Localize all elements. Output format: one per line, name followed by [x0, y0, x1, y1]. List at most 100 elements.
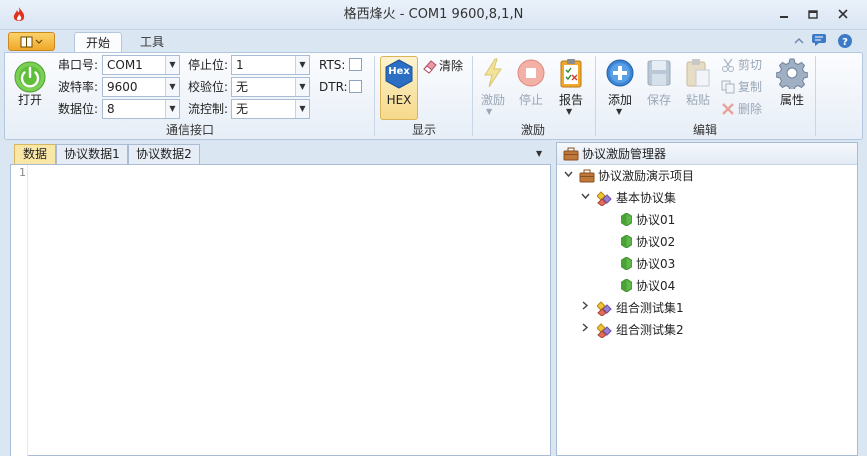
chevron-down-icon[interactable]: ▼ [295, 56, 309, 74]
close-button[interactable] [830, 4, 856, 26]
chevron-down-icon[interactable]: ▼ [566, 107, 572, 116]
app-menu-button[interactable] [8, 32, 55, 51]
tree-set-combo-1[interactable]: 组合测试集1 [616, 298, 684, 318]
flow-combo[interactable]: 无 ▼ [231, 99, 310, 119]
group-separator [374, 56, 375, 136]
chevron-right-icon[interactable] [579, 320, 591, 340]
svg-text:?: ? [842, 37, 848, 48]
save-button[interactable]: 保存 [642, 92, 676, 108]
display-group-label: 显示 [411, 123, 436, 137]
clear-button[interactable]: 清除 [439, 56, 463, 76]
collapse-ribbon-icon[interactable] [790, 33, 808, 49]
protocol-manager-title: 协议激励管理器 [582, 147, 667, 161]
tab-protocol-data-1[interactable]: 协议数据1 [56, 144, 128, 164]
chevron-down-icon[interactable]: ▼ [616, 107, 622, 116]
chevron-down-icon[interactable]: ▼ [295, 100, 309, 118]
stimulus-group-label: 激励 [520, 123, 545, 137]
feedback-icon[interactable] [810, 33, 828, 49]
protocol-set-icon [596, 322, 613, 339]
restore-button[interactable] [800, 4, 826, 26]
report-icon [557, 57, 585, 89]
report-button[interactable]: 报告 [553, 92, 589, 108]
window-right-border [858, 142, 867, 456]
tab-data[interactable]: 数据 [14, 144, 56, 164]
chevron-down-icon[interactable]: ▼ [165, 56, 179, 74]
tab-list-dropdown-icon[interactable]: ▼ [536, 149, 542, 158]
baud-combo[interactable]: 9600 ▼ [102, 77, 180, 97]
line-number: 1 [19, 166, 26, 179]
chevron-right-icon[interactable] [579, 298, 591, 318]
tab-start[interactable]: 开始 [74, 32, 122, 53]
open-button[interactable]: 打开 [10, 92, 50, 108]
line-number-gutter [11, 165, 28, 456]
flow-label: 流控制: [188, 102, 229, 116]
window-title: 格西烽火 - COM1 9600,8,1,N [343, 7, 524, 22]
chevron-down-icon[interactable]: ▼ [165, 78, 179, 96]
tree-protocol-02[interactable]: 协议02 [636, 232, 675, 252]
protocol-gem-icon [620, 256, 633, 273]
cut-button[interactable]: 剪切 [738, 55, 762, 75]
tree-project[interactable]: 协议激励演示项目 [598, 166, 694, 186]
add-button[interactable]: 添加 [602, 92, 638, 108]
stopbits-value: 1 [236, 58, 244, 72]
protocol-gem-icon [620, 234, 633, 251]
stopbits-combo[interactable]: 1 ▼ [231, 55, 310, 75]
chevron-down-icon[interactable]: ▼ [486, 107, 492, 116]
tree-protocol-03[interactable]: 协议03 [636, 254, 675, 274]
minimize-button[interactable] [771, 4, 797, 26]
comm-group-label: 通信接口 [165, 123, 214, 137]
dtr-checkbox[interactable] [349, 80, 362, 93]
delete-button[interactable]: 删除 [738, 99, 762, 119]
stop-button[interactable]: 停止 [513, 92, 549, 108]
stopbits-label: 停止位: [188, 58, 229, 72]
hex-icon-text: Hex [388, 66, 410, 77]
briefcase-icon [563, 147, 579, 161]
tree-set-combo-2[interactable]: 组合测试集2 [616, 320, 684, 340]
databits-value: 8 [107, 102, 115, 116]
parity-combo[interactable]: 无 ▼ [231, 77, 310, 97]
lightning-icon [480, 58, 506, 88]
port-value: COM1 [107, 58, 143, 72]
protocol-gem-icon [620, 278, 633, 295]
group-separator [815, 56, 816, 136]
tab-protocol-data-2[interactable]: 协议数据2 [128, 144, 200, 164]
databits-combo[interactable]: 8 ▼ [102, 99, 180, 119]
copy-icon [721, 80, 735, 94]
copy-button[interactable]: 复制 [738, 77, 762, 97]
protocol-set-icon [596, 300, 613, 317]
properties-button[interactable]: 属性 [774, 92, 810, 108]
briefcase-icon [579, 169, 595, 183]
protocol-gem-icon [620, 212, 633, 229]
databits-label: 数据位: [58, 102, 99, 116]
group-separator [595, 56, 596, 136]
eraser-icon [422, 58, 438, 74]
data-editor[interactable] [10, 164, 551, 456]
help-icon[interactable]: ? [836, 33, 854, 49]
edit-group-label: 编辑 [692, 123, 717, 137]
flow-value: 无 [236, 102, 249, 116]
power-icon[interactable] [13, 60, 47, 94]
save-icon [645, 58, 673, 88]
tab-tools[interactable]: 工具 [128, 32, 176, 53]
dtr-label: DTR: [319, 80, 348, 94]
parity-value: 无 [236, 80, 249, 94]
baud-value: 9600 [107, 80, 138, 94]
paste-button[interactable]: 粘贴 [680, 92, 716, 108]
chevron-down-icon[interactable] [579, 188, 591, 208]
port-combo[interactable]: COM1 ▼ [102, 55, 180, 75]
chevron-down-icon[interactable] [562, 166, 574, 186]
stimulus-button[interactable]: 激励 [476, 92, 510, 108]
chevron-down-icon[interactable]: ▼ [295, 78, 309, 96]
rts-checkbox[interactable] [349, 58, 362, 71]
group-separator [472, 56, 473, 136]
tree-protocol-01[interactable]: 协议01 [636, 210, 675, 230]
delete-icon [721, 102, 735, 116]
tree-set-basic[interactable]: 基本协议集 [616, 188, 676, 208]
hex-button-label: HEX [386, 93, 412, 107]
baud-label: 波特率: [58, 80, 99, 94]
chevron-down-icon[interactable]: ▼ [165, 100, 179, 118]
paste-icon [684, 57, 712, 89]
scissors-icon [721, 58, 735, 72]
stop-icon [516, 58, 546, 88]
tree-protocol-04[interactable]: 协议04 [636, 276, 675, 296]
